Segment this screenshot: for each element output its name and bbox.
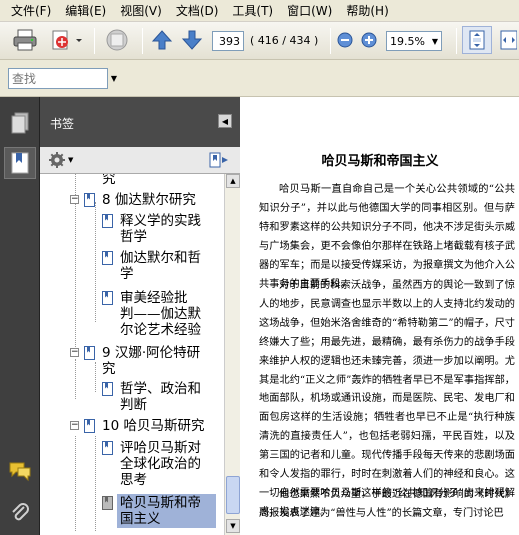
bookmarks-title: 书签 xyxy=(50,117,75,131)
attachments-button[interactable] xyxy=(4,497,36,529)
menu-tools[interactable]: 工具(T) xyxy=(225,0,280,22)
zoom-in-button[interactable] xyxy=(360,26,378,54)
bookmark-item-label[interactable]: 审美经验批 xyxy=(120,290,188,306)
bookmark-item-label[interactable]: 释义学的实践 xyxy=(120,213,201,229)
bookmark-icon xyxy=(102,441,113,455)
bookmark-chapter-8[interactable]: 8 伽达默尔研究 xyxy=(102,192,196,208)
menu-document[interactable]: 文档(D) xyxy=(169,0,226,22)
bookmark-icon xyxy=(11,152,29,174)
bookmark-item-label[interactable]: 学 xyxy=(120,266,134,282)
comments-button[interactable] xyxy=(4,455,36,487)
create-pdf-icon xyxy=(52,30,82,50)
bookmark-icon xyxy=(102,382,113,396)
gear-icon xyxy=(49,152,65,168)
bookmark-chapter-9[interactable]: 9 汉娜·阿伦特研 xyxy=(102,345,200,361)
bookmark-icon xyxy=(84,419,95,433)
bookmark-item-label[interactable]: 判断 xyxy=(120,397,147,413)
bookmark-item-label[interactable]: 哲学、政治和 xyxy=(120,381,201,397)
bookmark-item-label[interactable]: 评哈贝马斯对 xyxy=(120,440,201,456)
bookmark-icon xyxy=(102,214,113,228)
bookmarks-panel-header: 书签 ◀ xyxy=(40,97,240,147)
collapse-toggle-icon[interactable]: − xyxy=(70,195,79,204)
zoom-in-icon xyxy=(361,32,377,48)
page-number-input[interactable] xyxy=(212,31,244,51)
document-view: 哈贝马斯和帝国主义 哈贝马斯一直自命自己是一个关心公共领域的“公共知识分子”，并… xyxy=(241,97,519,535)
collapse-toggle-icon[interactable]: − xyxy=(70,348,79,357)
scroll-down-icon[interactable]: ▼ xyxy=(226,519,240,533)
bookmark-item-label[interactable]: 全球化政治的 xyxy=(120,456,201,472)
pages-button[interactable] xyxy=(4,107,36,139)
scroll-up-icon[interactable]: ▲ xyxy=(226,174,240,188)
bookmark-item-label[interactable]: 思考 xyxy=(120,472,147,488)
print-button[interactable] xyxy=(10,26,40,54)
collapse-panel-button[interactable]: ◀ xyxy=(218,114,232,128)
zoom-out-icon xyxy=(337,32,353,48)
bookmarks-button[interactable] xyxy=(4,147,36,179)
fit-page-icon xyxy=(469,30,485,50)
bookmark-item-label[interactable]: 哲学 xyxy=(120,229,147,245)
create-pdf-button[interactable] xyxy=(48,26,86,54)
bookmark-item-label[interactable]: 究 xyxy=(102,361,116,377)
collaborate-button[interactable] xyxy=(100,26,134,54)
previous-page-button[interactable] xyxy=(150,26,174,54)
bookmark-item-label[interactable]: 究 xyxy=(102,174,116,187)
menu-help[interactable]: 帮助(H) xyxy=(339,0,395,22)
arrow-up-icon xyxy=(151,30,173,50)
menu-edit[interactable]: 编辑(E) xyxy=(58,0,113,22)
bookmark-icon xyxy=(84,346,95,360)
find-chevron-down-icon[interactable]: ▼ xyxy=(108,68,120,89)
document-title: 哈贝马斯和帝国主义 xyxy=(321,154,439,169)
bookmark-icon xyxy=(102,291,113,305)
menu-view[interactable]: 视图(V) xyxy=(113,0,169,22)
comments-icon xyxy=(9,462,31,482)
bookmark-icon xyxy=(84,193,95,207)
bookmark-icon xyxy=(102,496,113,510)
fit-page-button[interactable] xyxy=(462,26,492,54)
bookmark-item-label[interactable]: 国主义 xyxy=(120,511,161,527)
options-chevron-down-icon: ▼ xyxy=(68,156,74,164)
fit-width-button[interactable] xyxy=(498,26,518,54)
bookmark-chapter-10[interactable]: 10 哈贝马斯研究 xyxy=(102,418,204,434)
zoom-value: 19.5% xyxy=(390,34,425,48)
bookmark-item-selected[interactable]: 哈贝马斯和帝 xyxy=(120,495,201,511)
menu-file[interactable]: 文件(F) xyxy=(4,0,58,22)
expand-bookmark-button[interactable] xyxy=(208,151,230,169)
collaborate-icon xyxy=(106,29,128,51)
bookmark-icon xyxy=(102,251,113,265)
page-count: ( 416 / 434 ) xyxy=(250,34,319,47)
chevron-down-icon: ▼ xyxy=(431,36,439,46)
pages-icon xyxy=(11,112,29,134)
printer-icon xyxy=(13,29,37,51)
options-button[interactable]: ▼ xyxy=(48,151,78,169)
scrollbar-thumb[interactable] xyxy=(226,476,240,514)
zoom-select[interactable]: 19.5% ▼ xyxy=(386,31,442,51)
menu-bar: 文件(F) 编辑(E) 视图(V) 文档(D) 工具(T) 窗口(W) 帮助(H… xyxy=(0,0,519,22)
zoom-out-button[interactable] xyxy=(336,26,354,54)
paperclip-icon xyxy=(12,503,29,521)
bookmark-item-label[interactable]: 尔论艺术经验 xyxy=(120,322,201,338)
bookmark-scrollbar[interactable]: ▲ ▼ xyxy=(224,174,240,535)
bookmark-item-label[interactable]: 判——伽达默 xyxy=(120,306,201,322)
bookmark-item-label[interactable]: 伽达默尔和哲 xyxy=(120,250,201,266)
document-paragraph: 他也果然不负众望，于最近在德国有影响的《时代》周报发表了题为“兽性与人性”的长篇… xyxy=(259,489,515,519)
main-toolbar: ( 416 / 434 ) 19.5% ▼ xyxy=(0,22,519,60)
find-input[interactable] xyxy=(8,68,108,89)
collapse-toggle-icon[interactable]: − xyxy=(70,421,79,430)
arrow-down-icon xyxy=(181,30,203,50)
menu-window[interactable]: 窗口(W) xyxy=(280,0,339,22)
fit-width-icon xyxy=(500,30,517,50)
expand-bookmark-icon xyxy=(209,152,228,168)
bookmarks-toolbar: ▼ xyxy=(40,147,240,174)
navigation-strip xyxy=(0,97,40,535)
find-bar: ▼ xyxy=(0,60,519,97)
next-page-button[interactable] xyxy=(180,26,204,54)
bookmark-tree: 究 − 8 伽达默尔研究 释义学的实践 哲学 伽达默尔和哲 学 审美经验批 判—… xyxy=(40,174,224,535)
